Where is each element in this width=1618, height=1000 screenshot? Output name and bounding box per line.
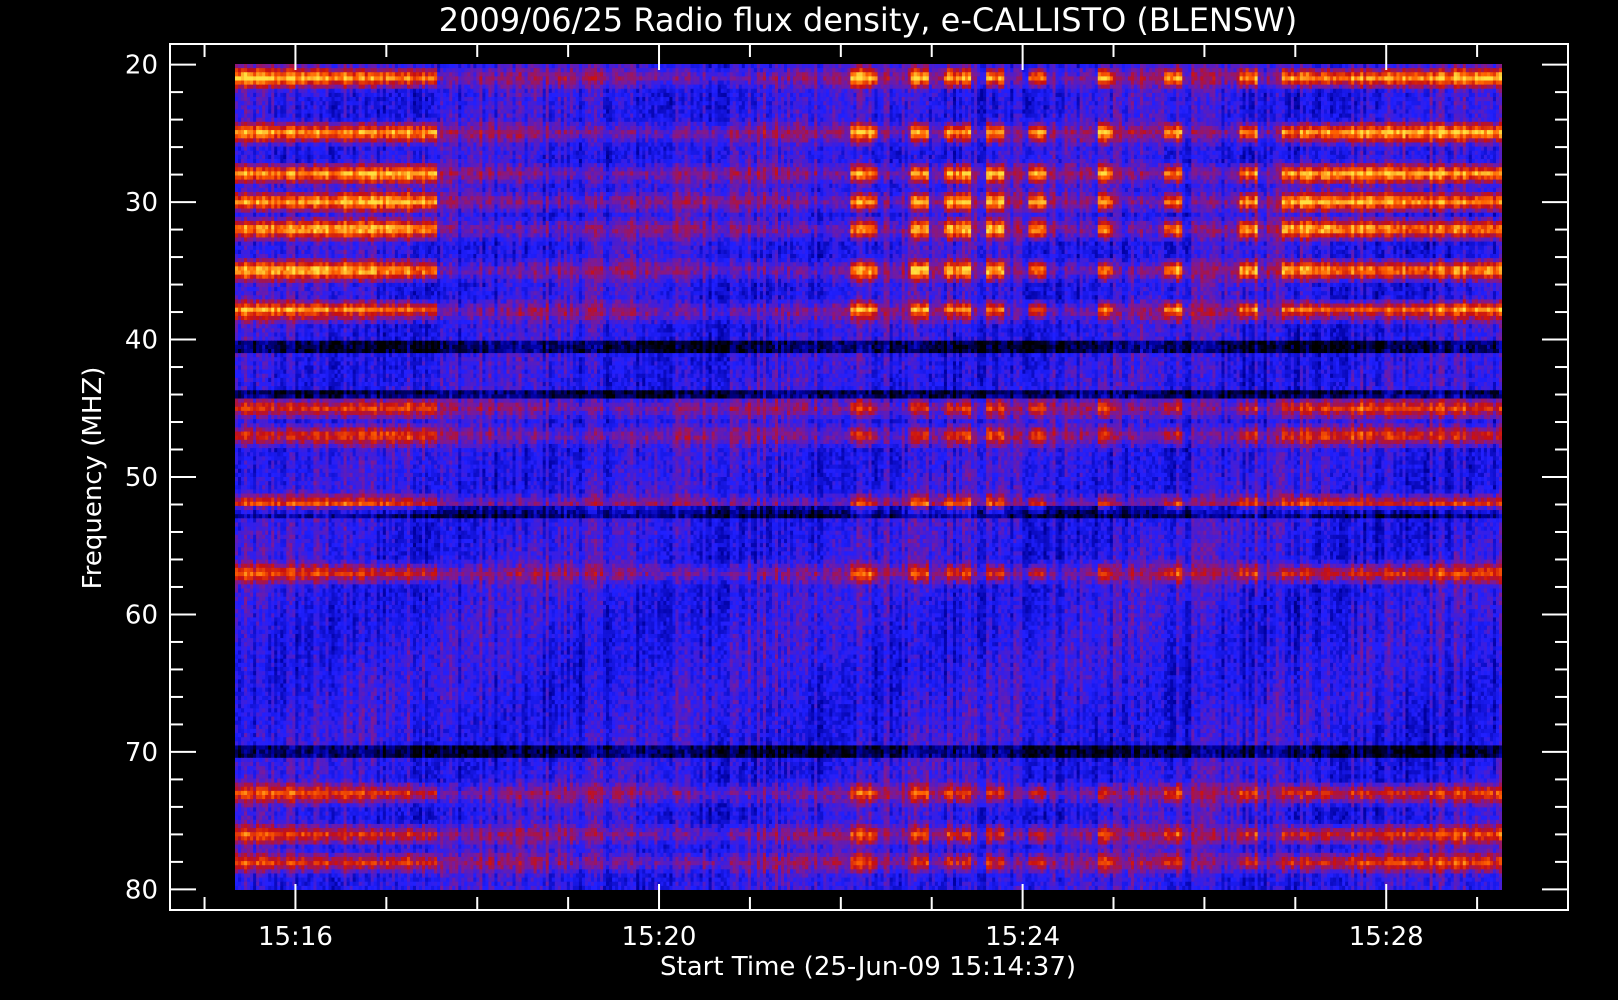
x-tick-label: 15:16 [258,922,333,952]
x-tick-label: 15:24 [985,922,1060,952]
y-tick-label: 20 [125,51,158,81]
y-axis-label: Frequency (MHZ) [78,367,108,590]
spectrogram-chart: 2009/06/25 Radio flux density, e-CALLIST… [0,0,1618,1000]
y-tick-label: 50 [125,463,158,493]
y-tick-label: 30 [125,188,158,218]
y-tick-label: 60 [125,600,158,630]
spectrogram-heatmap [235,64,1503,891]
x-tick-label: 15:28 [1349,922,1424,952]
y-tick-label: 40 [125,326,158,356]
x-axis-label: Start Time (25-Jun-09 15:14:37) [660,952,1076,982]
chart-title: 2009/06/25 Radio flux density, e-CALLIST… [439,1,1298,39]
y-tick-label: 80 [125,875,158,905]
x-tick-label: 15:20 [622,922,697,952]
y-tick-label: 70 [125,738,158,768]
